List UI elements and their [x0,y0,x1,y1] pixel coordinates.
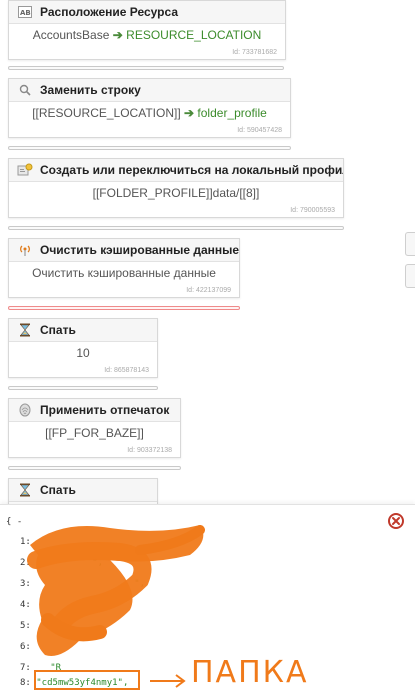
block-title: Спать [40,483,76,497]
block-title: Расположение Ресурса [40,5,178,19]
json-line: 4: [20,600,31,610]
json-line: 6: [20,642,31,652]
search-icon [16,81,34,99]
block-id: Id: 903372138 [127,447,172,454]
block-apply-fingerprint[interactable]: Применить отпечаток [[FP_FOR_BAZE]] Id: … [8,398,181,458]
block-title: Применить отпечаток [40,403,170,417]
broadcast-icon [16,241,34,259]
replace-source: [[RESOURCE_LOCATION]] [32,106,181,120]
json-collapse-toggle[interactable]: { - [6,517,22,527]
sleep-duration: 10 [76,346,90,360]
block-title: Очистить кэшированные данные [40,243,239,257]
block-header: Создать или переключиться на локальный п… [9,159,343,182]
block-body: 10 [9,342,157,364]
fingerprint-icon [16,401,34,419]
profile-icon [16,161,34,179]
resource-prefix: AccountsBase [32,28,110,42]
block-connector-error [8,306,240,310]
json-line: 2: ", [20,558,104,568]
block-connector [8,226,344,230]
json-line: 5: [20,621,31,631]
block-clear-cache[interactable]: Очистить кэшированные данные Очистить кэ… [8,238,240,298]
block-id: Id: 733781682 [232,49,277,56]
block-header: AB Расположение Ресурса [9,1,285,24]
arrow-right-icon: ➔ [184,106,195,120]
block-id: Id: 590457428 [237,127,282,134]
block-create-profile[interactable]: Создать или переключиться на локальный п… [8,158,344,218]
block-replace-string[interactable]: Заменить строку [[RESOURCE_LOCATION]] ➔ … [8,78,291,138]
highlight-box [34,670,140,690]
side-panel-tab[interactable] [405,264,415,288]
block-connector [8,466,181,470]
block-header: Заменить строку [9,79,290,102]
json-line: 1: [20,537,31,547]
block-title: Спать [40,323,76,337]
arrow-right-icon: ➔ [112,28,123,42]
block-body: [[FP_FOR_BAZE]] [9,422,180,444]
annotation-label: ПАПКА [191,655,309,690]
hourglass-icon [16,321,34,339]
hourglass-icon [16,481,34,499]
block-sleep[interactable]: Спать 10 Id: 865878143 [8,318,158,378]
block-header: Спать [9,319,157,342]
close-icon[interactable] [388,513,404,529]
resource-icon: AB [16,3,34,21]
block-body: AccountsBase ➔ RESOURCE_LOCATION [9,24,285,46]
block-title: Создать или переключиться на локальный п… [40,163,343,177]
block-body: Очистить кэшированные данные [9,262,239,284]
block-header: Применить отпечаток [9,399,180,422]
block-title: Заменить строку [40,83,141,97]
fingerprint-variable: [[FP_FOR_BAZE]] [45,426,144,440]
block-header: Очистить кэшированные данные [9,239,239,262]
variable-name: folder_profile [197,106,267,120]
block-header: Спать [9,479,157,502]
json-line: 3: ", [20,579,146,589]
block-resource-location[interactable]: AB Расположение Ресурса AccountsBase ➔ R… [8,0,286,60]
side-panel-tab[interactable] [405,232,415,256]
block-connector [8,146,291,150]
profile-path: [[FOLDER_PROFILE]]data/[[8]] [92,186,260,200]
block-connector [8,66,284,70]
block-id: Id: 422137099 [186,287,231,294]
clear-cache-text: Очистить кэшированные данные [32,266,216,280]
block-id: Id: 790005593 [290,207,335,214]
block-id: Id: 865878143 [104,367,149,374]
variable-name: RESOURCE_LOCATION [126,28,262,42]
block-connector [8,386,158,390]
svg-text:AB: AB [20,9,31,17]
workflow-canvas: AB Расположение Ресурса AccountsBase ➔ R… [0,0,415,692]
block-body: [[FOLDER_PROFILE]]data/[[8]] [9,182,343,204]
block-body: [[RESOURCE_LOCATION]] ➔ folder_profile [9,102,290,124]
